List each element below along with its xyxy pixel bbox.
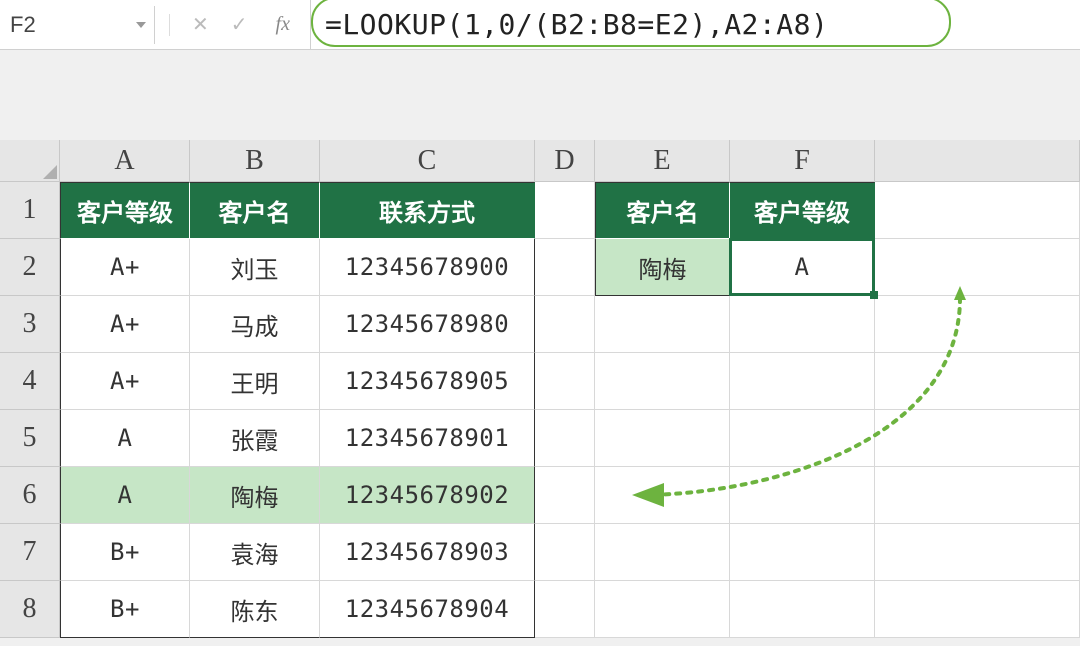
cell-D3[interactable]	[535, 296, 595, 353]
cell-A5[interactable]: A	[60, 410, 190, 467]
cell-C5[interactable]: 12345678901	[320, 410, 535, 467]
cell-C6[interactable]: 12345678902	[320, 467, 535, 524]
cell-D5[interactable]	[535, 410, 595, 467]
cell-B6[interactable]: 陶梅	[190, 467, 320, 524]
cell-B8[interactable]: 陈东	[190, 581, 320, 638]
row-header-7[interactable]: 7	[0, 524, 60, 581]
cell-F2-active[interactable]: A	[730, 239, 875, 296]
select-all-corner[interactable]	[0, 140, 60, 182]
cell-A3[interactable]: A+	[60, 296, 190, 353]
formula-bar-controls: ✕ ✓ fx	[155, 0, 311, 49]
cell-C1[interactable]: 联系方式	[320, 182, 535, 239]
col-header-B[interactable]: B	[190, 140, 320, 182]
col-header-blank	[875, 140, 1080, 182]
cell-C2[interactable]: 12345678900	[320, 239, 535, 296]
cell-blank-8[interactable]	[875, 581, 1080, 638]
formula-input[interactable]: =LOOKUP(1,0/(B2:B8=E2),A2:A8)	[311, 8, 828, 41]
cell-B4[interactable]: 王明	[190, 353, 320, 410]
col-header-A[interactable]: A	[60, 140, 190, 182]
cell-D7[interactable]	[535, 524, 595, 581]
spreadsheet-grid[interactable]: A B C D E F 1 客户等级 客户名 联系方式 客户名 客户等级 2 A…	[0, 140, 1080, 638]
cell-B1[interactable]: 客户名	[190, 182, 320, 239]
cell-F7[interactable]	[730, 524, 875, 581]
row-header-5[interactable]: 5	[0, 410, 60, 467]
cell-A4[interactable]: A+	[60, 353, 190, 410]
spacer	[0, 50, 1080, 140]
cell-E4[interactable]	[595, 353, 730, 410]
cell-C7[interactable]: 12345678903	[320, 524, 535, 581]
cell-blank-5[interactable]	[875, 410, 1080, 467]
cell-E7[interactable]	[595, 524, 730, 581]
cell-E1[interactable]: 客户名	[595, 182, 730, 239]
cell-D8[interactable]	[535, 581, 595, 638]
cell-D6[interactable]	[535, 467, 595, 524]
cell-C8[interactable]: 12345678904	[320, 581, 535, 638]
cell-A7[interactable]: B+	[60, 524, 190, 581]
cell-A6[interactable]: A	[60, 467, 190, 524]
row-header-6[interactable]: 6	[0, 467, 60, 524]
cell-E5[interactable]	[595, 410, 730, 467]
cell-F6[interactable]	[730, 467, 875, 524]
cell-D4[interactable]	[535, 353, 595, 410]
col-header-C[interactable]: C	[320, 140, 535, 182]
fx-icon[interactable]: fx	[270, 13, 296, 36]
cell-C4[interactable]: 12345678905	[320, 353, 535, 410]
cell-A1[interactable]: 客户等级	[60, 182, 190, 239]
cell-blank-6[interactable]	[875, 467, 1080, 524]
cell-D1[interactable]	[535, 182, 595, 239]
cell-blank-3[interactable]	[875, 296, 1080, 353]
col-header-E[interactable]: E	[595, 140, 730, 182]
cell-blank-1[interactable]	[875, 182, 1080, 239]
formula-input-wrap[interactable]: =LOOKUP(1,0/(B2:B8=E2),A2:A8)	[311, 0, 1080, 49]
cell-F2-value: A	[795, 253, 810, 281]
cancel-icon[interactable]: ✕	[192, 12, 209, 37]
cell-B5[interactable]: 张霞	[190, 410, 320, 467]
fill-handle[interactable]	[870, 291, 878, 299]
cell-E2[interactable]: 陶梅	[595, 239, 730, 296]
cell-F5[interactable]	[730, 410, 875, 467]
row-header-2[interactable]: 2	[0, 239, 60, 296]
divider	[169, 14, 170, 36]
row-header-4[interactable]: 4	[0, 353, 60, 410]
cell-A8[interactable]: B+	[60, 581, 190, 638]
row-header-3[interactable]: 3	[0, 296, 60, 353]
cell-B3[interactable]: 马成	[190, 296, 320, 353]
cell-E3[interactable]	[595, 296, 730, 353]
cell-F4[interactable]	[730, 353, 875, 410]
cell-B2[interactable]: 刘玉	[190, 239, 320, 296]
cell-E8[interactable]	[595, 581, 730, 638]
cell-blank-2[interactable]	[875, 239, 1080, 296]
name-box-value: F2	[10, 12, 36, 38]
cell-A2[interactable]: A+	[60, 239, 190, 296]
cell-D2[interactable]	[535, 239, 595, 296]
confirm-icon[interactable]: ✓	[231, 12, 248, 37]
name-box[interactable]: F2	[0, 6, 155, 44]
cell-F1[interactable]: 客户等级	[730, 182, 875, 239]
row-header-8[interactable]: 8	[0, 581, 60, 638]
name-box-dropdown-icon[interactable]	[136, 22, 146, 28]
cell-F8[interactable]	[730, 581, 875, 638]
cell-C3[interactable]: 12345678980	[320, 296, 535, 353]
cell-blank-4[interactable]	[875, 353, 1080, 410]
cell-F3[interactable]	[730, 296, 875, 353]
cell-E6[interactable]	[595, 467, 730, 524]
cell-B7[interactable]: 袁海	[190, 524, 320, 581]
col-header-F[interactable]: F	[730, 140, 875, 182]
row-header-1[interactable]: 1	[0, 182, 60, 239]
formula-bar: F2 ✕ ✓ fx =LOOKUP(1,0/(B2:B8=E2),A2:A8)	[0, 0, 1080, 50]
cell-blank-7[interactable]	[875, 524, 1080, 581]
col-header-D[interactable]: D	[535, 140, 595, 182]
